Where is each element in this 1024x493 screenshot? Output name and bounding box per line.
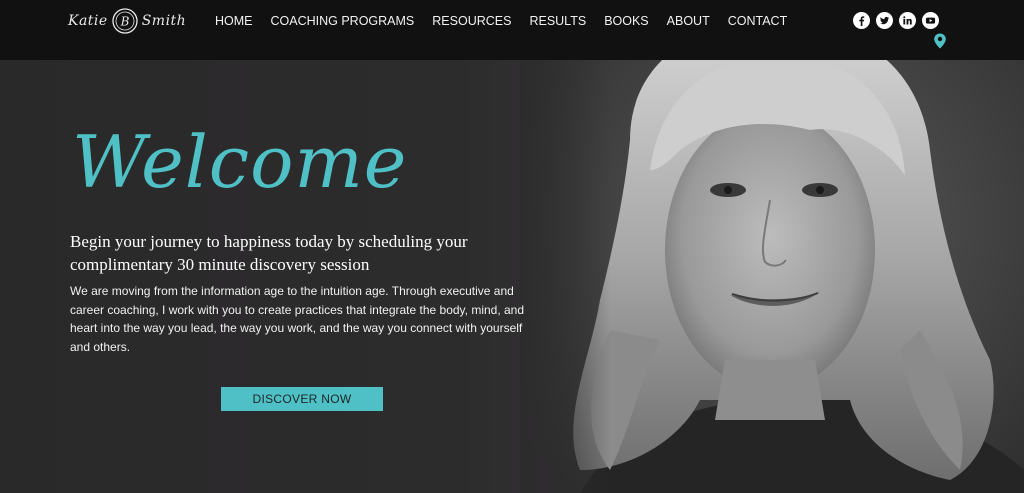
- logo-last-name: Smith: [141, 13, 187, 29]
- page: Katie B Smith HOME COACHING PROGRAMS RES…: [0, 0, 1024, 493]
- hero-headline-line-1: Begin your journey to happiness today by…: [70, 232, 468, 251]
- logo-initial: B: [119, 15, 129, 29]
- logo-first-name: Katie: [68, 13, 108, 29]
- nav-home[interactable]: HOME: [215, 14, 253, 28]
- site-logo[interactable]: Katie B Smith: [68, 4, 186, 38]
- nav-about[interactable]: ABOUT: [667, 14, 710, 28]
- hero-headline-line-2: complimentary 30 minute discovery sessio…: [70, 255, 370, 274]
- linkedin-icon[interactable]: [899, 12, 916, 29]
- welcome-heading: Welcome: [72, 120, 408, 204]
- discover-now-button[interactable]: DISCOVER NOW: [221, 387, 383, 411]
- nav-contact[interactable]: CONTACT: [728, 14, 788, 28]
- site-header: Katie B Smith HOME COACHING PROGRAMS RES…: [0, 0, 1024, 60]
- nav-results[interactable]: RESULTS: [529, 14, 586, 28]
- social-links: [853, 12, 939, 29]
- facebook-icon[interactable]: [853, 12, 870, 29]
- hero-body-text: We are moving from the information age t…: [70, 284, 525, 354]
- main-nav: HOME COACHING PROGRAMS RESOURCES RESULTS…: [215, 14, 805, 28]
- youtube-icon[interactable]: [922, 12, 939, 29]
- hero-headline: Begin your journey to happiness today by…: [70, 230, 540, 276]
- twitter-icon[interactable]: [876, 12, 893, 29]
- portrait-photo: [520, 0, 1024, 493]
- location-pin-icon[interactable]: [933, 33, 947, 49]
- nav-books[interactable]: BOOKS: [604, 14, 648, 28]
- nav-coaching-programs[interactable]: COACHING PROGRAMS: [271, 14, 415, 28]
- logo-mark-icon: B: [112, 8, 138, 34]
- nav-resources[interactable]: RESOURCES: [432, 14, 511, 28]
